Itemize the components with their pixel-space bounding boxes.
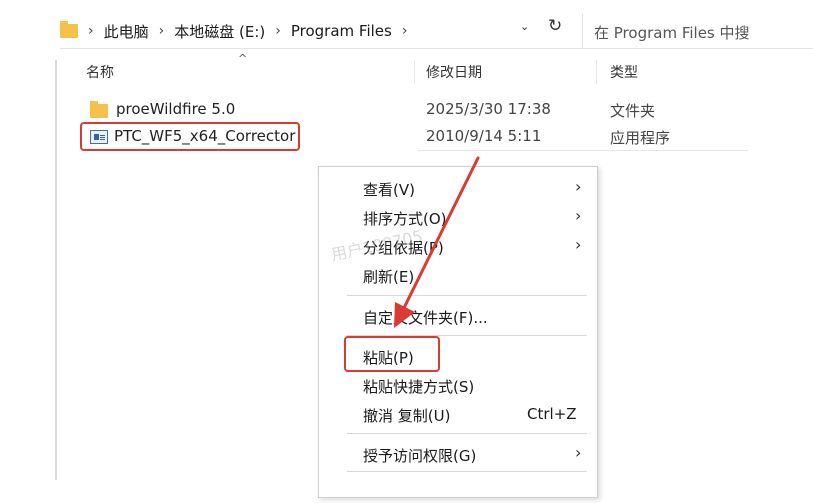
annotation-arrow: [394, 156, 480, 328]
